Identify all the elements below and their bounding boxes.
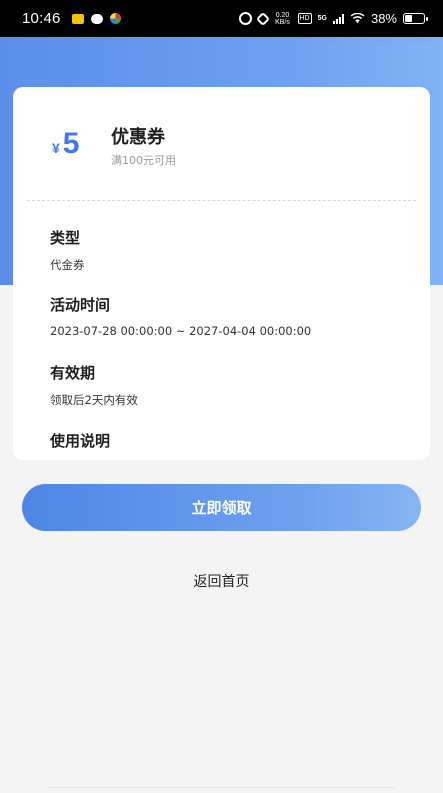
coupon-condition: 满100元可用 <box>111 154 176 167</box>
battery-percent: 38% <box>370 11 397 26</box>
activity-time-label: 活动时间 <box>50 296 111 314</box>
detail-usage: 使用说明 <box>50 430 410 451</box>
network-speed: 0.20 KB/s <box>275 11 290 26</box>
app-color-icon <box>109 13 121 24</box>
type-value: 代金券 <box>50 258 85 272</box>
signal-type: 5G <box>317 14 327 22</box>
claim-now-button[interactable]: 立即领取 <box>22 484 421 531</box>
back-home-link[interactable]: 返回首页 <box>0 571 443 591</box>
currency-symbol: ¥ <box>52 140 60 156</box>
validity-label: 有效期 <box>50 364 96 382</box>
status-bar: 10:46 0.20 KB/s HD 5G 38% <box>0 0 443 37</box>
battery-icon <box>403 13 428 24</box>
hd-icon: HD <box>297 13 312 24</box>
detail-activity-time: 活动时间 2023-07-28 00:00:00 ~ 2027-04-04 00… <box>50 294 410 338</box>
dashed-divider <box>27 200 416 201</box>
cell-signal-icon <box>332 13 344 24</box>
coupon-card: ¥ 5 优惠券 满100元可用 类型 代金券 活动时间 2023-07-28 0… <box>13 87 430 460</box>
bottom-edge <box>48 787 395 793</box>
amount-value: 5 <box>62 127 80 160</box>
coupon-title: 优惠券 <box>111 127 165 148</box>
usage-label: 使用说明 <box>50 432 111 450</box>
activity-time-value: 2023-07-28 00:00:00 ~ 2027-04-04 00:00:0… <box>50 324 312 338</box>
status-time: 10:46 <box>22 10 61 27</box>
coupon-amount: ¥ 5 <box>52 127 79 161</box>
message-notification-icon <box>90 13 103 24</box>
detail-type: 类型 代金券 <box>50 227 410 273</box>
mute-icon <box>255 11 270 26</box>
validity-value: 领取后2天内有效 <box>50 393 138 407</box>
app-notification-icon <box>71 13 84 24</box>
wifi-icon <box>350 13 365 24</box>
detail-validity: 有效期 领取后2天内有效 <box>50 362 410 408</box>
alarm-icon <box>238 12 252 25</box>
coupon-summary: ¥ 5 优惠券 满100元可用 <box>13 87 430 200</box>
type-label: 类型 <box>50 229 81 247</box>
